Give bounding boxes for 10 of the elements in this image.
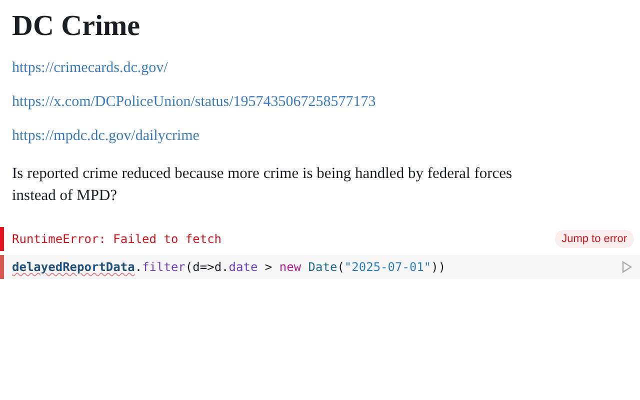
paragraph: Is reported crime reduced because more crime is being handled by federal forces instead of MPD?: [12, 164, 514, 206]
link[interactable]: https://crimecards.dc.gov/: [12, 60, 168, 77]
code-cell[interactable]: delayedReportData.filter(d=>d.date > new Date("2025-07-01")): [0, 255, 640, 279]
link[interactable]: https://x.com/DCPoliceUnion/status/1957435067258577173: [12, 94, 376, 111]
error-message: RuntimeError: Failed to fetch: [12, 232, 222, 246]
jump-to-error-button[interactable]: Jump to error: [554, 230, 634, 248]
run-icon[interactable]: [622, 261, 632, 273]
link[interactable]: https://mpdc.dc.gov/dailycrime: [12, 128, 200, 145]
page-title: DC Crime: [12, 10, 142, 43]
code-line: delayedReportData.filter(d=>d.date > new Date("2025-07-01")): [12, 260, 446, 274]
